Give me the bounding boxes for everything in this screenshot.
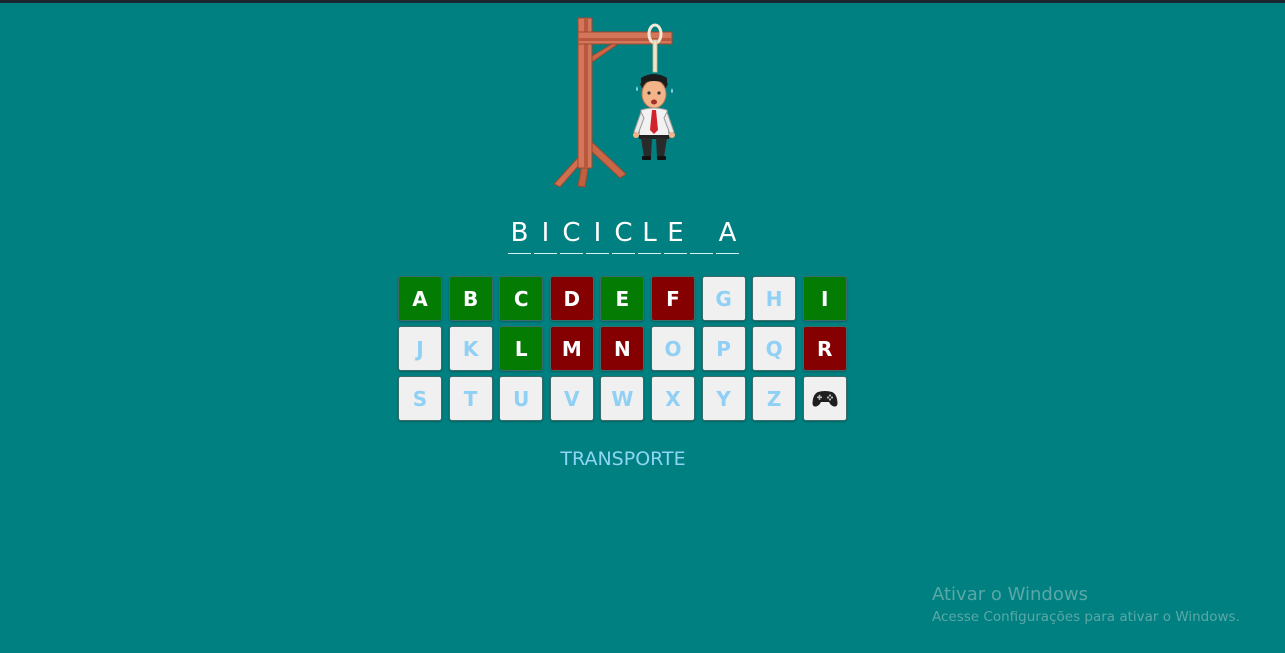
letter-key[interactable]: X [650,376,695,421]
letter-key[interactable]: F [650,276,695,321]
word-display: B I C I C L E A [508,216,739,254]
letter-key[interactable]: L [499,326,544,371]
letter-key[interactable]: K [448,326,493,371]
letter-slot: B [508,216,531,254]
letter-key[interactable]: Z [752,376,797,421]
category-hint: TRANSPORTE [560,448,686,470]
letter-key[interactable]: G [701,276,746,321]
letter-key[interactable]: H [752,276,797,321]
letter-slot: E [664,216,687,254]
letter-key[interactable]: N [600,326,645,371]
letter-key[interactable]: P [701,326,746,371]
watermark-subtitle: Acesse Configurações para ativar o Windo… [932,609,1240,625]
gamepad-icon [812,390,838,407]
letter-key[interactable]: W [600,376,645,421]
letter-key[interactable]: D [549,276,594,321]
letter-key[interactable]: A [398,276,442,321]
hanged-man-icon [633,74,675,160]
letter-slot: A [716,216,739,254]
game-controller-button[interactable] [802,376,847,421]
letter-slot [690,216,713,254]
letter-key[interactable]: C [499,276,544,321]
windows-activation-watermark: Ativar o Windows Acesse Configurações pa… [932,583,1240,627]
hangman-illustration [553,17,675,188]
letter-keyboard: A B C D E F G H I J K L M N O P Q R S T … [398,276,847,421]
letter-slot: C [612,216,635,254]
letter-key[interactable]: R [802,326,847,371]
letter-key[interactable]: Q [752,326,797,371]
letter-key[interactable]: I [802,276,847,321]
letter-slot: I [534,216,557,254]
letter-key[interactable]: J [398,326,442,371]
letter-slot: C [560,216,583,254]
letter-slot: I [586,216,609,254]
letter-key[interactable]: U [499,376,544,421]
letter-key[interactable]: O [650,326,695,371]
letter-key[interactable]: E [600,276,645,321]
letter-key[interactable]: V [549,376,594,421]
window-top-border [0,0,1285,3]
letter-key[interactable]: S [398,376,442,421]
letter-key[interactable]: M [549,326,594,371]
letter-key[interactable]: T [448,376,493,421]
letter-key[interactable]: B [448,276,493,321]
watermark-title: Ativar o Windows [932,584,1088,605]
letter-slot: L [638,216,661,254]
letter-key[interactable]: Y [701,376,746,421]
